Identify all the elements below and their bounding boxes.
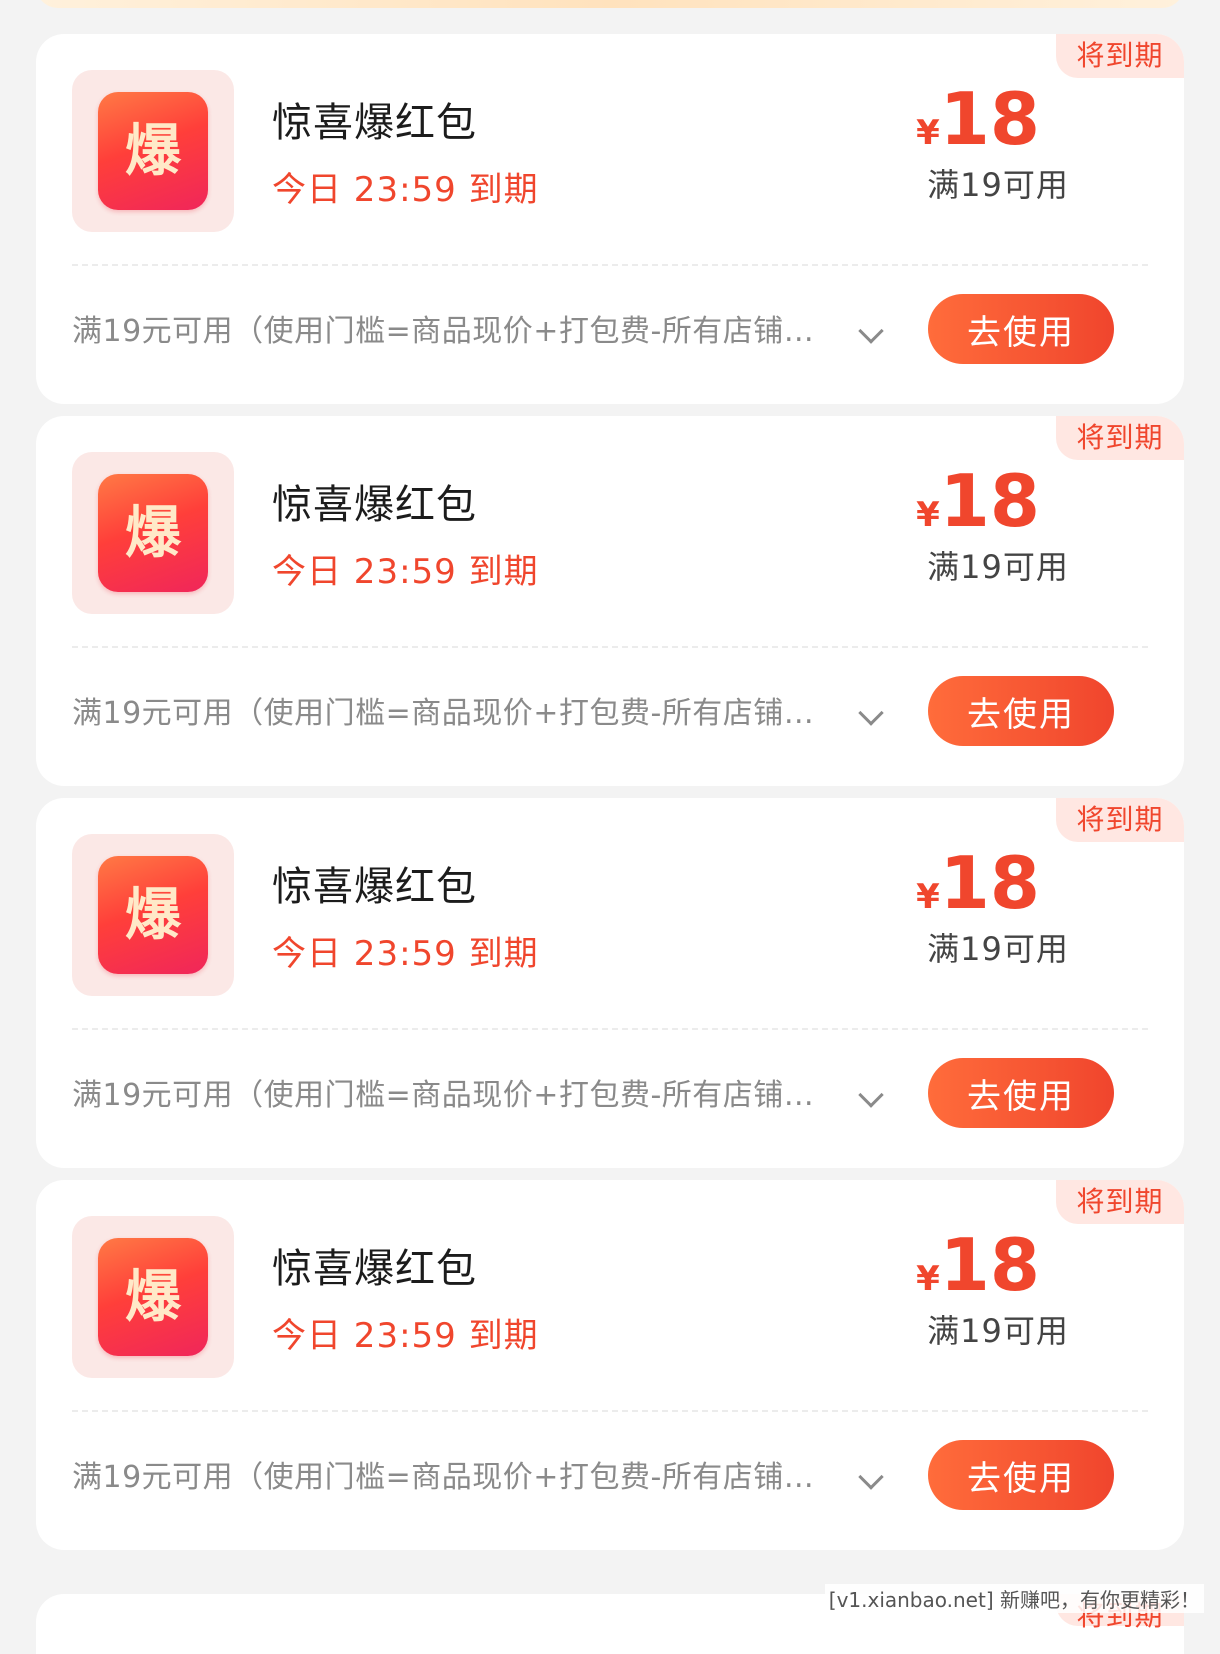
bao-app-icon: 爆 xyxy=(98,92,208,210)
coupon-title: 惊喜爆红包 xyxy=(272,864,477,910)
dashed-divider xyxy=(72,646,1148,648)
currency-symbol: ¥ xyxy=(916,1259,940,1299)
coupon-icon-frame: 爆 xyxy=(72,1216,234,1378)
dashed-divider xyxy=(72,1028,1148,1030)
coupon-title: 惊喜爆红包 xyxy=(272,1246,477,1292)
coupon-expiry: 今日 23:59 到期 xyxy=(272,934,539,974)
amount-value: 18 xyxy=(939,841,1040,925)
coupon-card: 将到期 爆 惊喜爆红包 今日 23:59 到期 ¥18 满19可用 满19元可用… xyxy=(36,416,1184,786)
amount-value: 18 xyxy=(939,459,1040,543)
coupon-threshold: 满19可用 xyxy=(927,548,1069,586)
coupon-amount: ¥18 xyxy=(848,844,1108,922)
coupon-icon-frame: 爆 xyxy=(72,834,234,996)
coupon-expiry: 今日 23:59 到期 xyxy=(272,1316,539,1356)
bao-app-icon: 爆 xyxy=(98,474,208,592)
use-coupon-button[interactable]: 去使用 xyxy=(928,294,1114,364)
dashed-divider xyxy=(72,264,1148,266)
coupon-card: 将到期 爆 惊喜爆红包 今日 23:59 到期 ¥18 满19可用 满19元可用… xyxy=(36,34,1184,404)
coupon-description[interactable]: 满19元可用（使用门槛=商品现价+打包费-所有店铺… xyxy=(72,1070,842,1114)
coupon-amount: ¥18 xyxy=(848,462,1108,540)
expiring-badge: 将到期 xyxy=(1056,1180,1184,1224)
previous-card-edge xyxy=(36,0,1184,8)
bao-app-icon: 爆 xyxy=(98,856,208,974)
use-coupon-button[interactable]: 去使用 xyxy=(928,676,1114,746)
coupon-card: 将到期 爆 惊喜爆红包 今日 23:59 到期 ¥18 满19可用 满19元可用… xyxy=(36,1180,1184,1550)
coupon-title: 惊喜爆红包 xyxy=(272,100,477,146)
amount-value: 18 xyxy=(939,77,1040,161)
expiring-badge: 将到期 xyxy=(1056,34,1184,78)
coupon-threshold: 满19可用 xyxy=(927,1312,1069,1350)
coupon-threshold: 满19可用 xyxy=(927,166,1069,204)
coupon-card: 将到期 爆 惊喜爆红包 今日 23:59 到期 ¥18 满19可用 满19元可用… xyxy=(36,798,1184,1168)
coupon-amount: ¥18 xyxy=(848,80,1108,158)
coupon-title: 惊喜爆红包 xyxy=(272,482,477,528)
bao-icon-glyph: 爆 xyxy=(125,1264,181,1330)
coupon-expiry: 今日 23:59 到期 xyxy=(272,170,539,210)
currency-symbol: ¥ xyxy=(916,113,940,153)
bao-icon-glyph: 爆 xyxy=(125,118,181,184)
expiring-badge: 将到期 xyxy=(1056,798,1184,842)
coupon-description[interactable]: 满19元可用（使用门槛=商品现价+打包费-所有店铺… xyxy=(72,1452,842,1496)
currency-symbol: ¥ xyxy=(916,877,940,917)
chevron-down-icon[interactable] xyxy=(858,700,884,726)
coupon-expiry: 今日 23:59 到期 xyxy=(272,552,539,592)
dashed-divider xyxy=(72,1410,1148,1412)
chevron-down-icon[interactable] xyxy=(858,1464,884,1490)
coupon-description[interactable]: 满19元可用（使用门槛=商品现价+打包费-所有店铺… xyxy=(72,306,842,350)
coupon-icon-frame: 爆 xyxy=(72,70,234,232)
coupon-icon-frame: 爆 xyxy=(72,452,234,614)
bao-app-icon: 爆 xyxy=(98,1238,208,1356)
use-coupon-button[interactable]: 去使用 xyxy=(928,1058,1114,1128)
bao-icon-glyph: 爆 xyxy=(125,882,181,948)
coupon-threshold: 满19可用 xyxy=(927,930,1069,968)
bao-icon-glyph: 爆 xyxy=(125,500,181,566)
chevron-down-icon[interactable] xyxy=(858,1082,884,1108)
coupon-amount: ¥18 xyxy=(848,1226,1108,1304)
expiring-badge: 将到期 xyxy=(1056,416,1184,460)
amount-value: 18 xyxy=(939,1223,1040,1307)
chevron-down-icon[interactable] xyxy=(858,318,884,344)
use-coupon-button[interactable]: 去使用 xyxy=(928,1440,1114,1510)
site-watermark: [v1.xianbao.net] 新赚吧，有你更精彩！ xyxy=(824,1584,1204,1613)
currency-symbol: ¥ xyxy=(916,495,940,535)
coupon-description[interactable]: 满19元可用（使用门槛=商品现价+打包费-所有店铺… xyxy=(72,688,842,732)
